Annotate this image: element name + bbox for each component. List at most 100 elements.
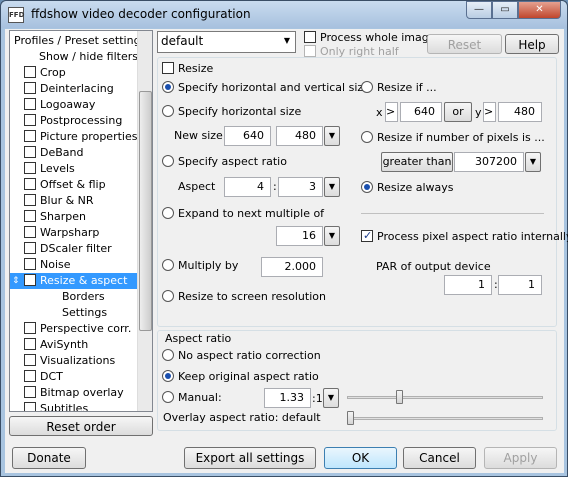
x-operator[interactable]: > bbox=[385, 102, 398, 122]
tree-item-checkbox[interactable] bbox=[24, 178, 36, 190]
new-width-field[interactable]: 640 bbox=[224, 126, 271, 146]
resize-if-option[interactable]: Resize if ... bbox=[361, 80, 437, 96]
pixels-value-field[interactable]: 307200 bbox=[454, 152, 524, 172]
tree-item[interactable]: Crop bbox=[24, 65, 66, 81]
tree-item-checkbox[interactable] bbox=[24, 210, 36, 222]
help-button[interactable]: Help bbox=[505, 34, 559, 54]
apply-button[interactable]: Apply bbox=[484, 447, 557, 469]
tree-scrollbar[interactable] bbox=[137, 31, 152, 411]
tree-item[interactable]: Subtitles bbox=[24, 401, 88, 411]
resize-if-pixels-radio[interactable] bbox=[361, 131, 373, 143]
tree-item[interactable]: Perspective corr. bbox=[24, 321, 131, 337]
screen-res-radio[interactable] bbox=[162, 290, 174, 302]
expand-option[interactable]: Expand to next multiple of bbox=[162, 206, 324, 222]
tree-scroll-thumb[interactable] bbox=[139, 91, 152, 331]
tree-item[interactable]: Show / hide filters bbox=[39, 49, 138, 65]
multiply-option[interactable]: Multiply by bbox=[162, 258, 238, 274]
expand-radio[interactable] bbox=[162, 207, 174, 219]
tree-item[interactable]: AviSynth bbox=[24, 337, 88, 353]
minimize-button[interactable]: — bbox=[466, 1, 492, 19]
overlay-ar-slider-thumb[interactable] bbox=[347, 411, 354, 425]
tree-item[interactable]: Picture properties bbox=[24, 129, 137, 145]
tree-item[interactable]: Postprocessing bbox=[24, 113, 122, 129]
multiply-value-field[interactable]: 2.000 bbox=[261, 257, 323, 277]
tree-item[interactable]: DCT bbox=[24, 369, 63, 385]
cancel-button[interactable]: Cancel bbox=[403, 447, 476, 469]
multiply-radio[interactable] bbox=[162, 259, 174, 271]
profile-select[interactable]: default ▼ bbox=[157, 31, 296, 53]
y-value-field[interactable]: 480 bbox=[498, 102, 542, 122]
tree-item[interactable]: Warpsharp bbox=[24, 225, 99, 241]
expand-value-field[interactable]: 16 bbox=[276, 226, 323, 246]
title-bar[interactable]: FFD ffdshow video decoder configuration … bbox=[1, 1, 567, 28]
tree-item-checkbox[interactable] bbox=[24, 114, 36, 126]
tree-item-checkbox[interactable] bbox=[24, 386, 36, 398]
tree-item[interactable]: Profiles / Preset settings bbox=[14, 33, 146, 49]
pixels-operator-button[interactable]: greater than bbox=[381, 152, 453, 172]
tree-item-checkbox[interactable] bbox=[24, 130, 36, 142]
manual-ar-radio[interactable] bbox=[162, 391, 174, 403]
donate-button[interactable]: Donate bbox=[12, 447, 86, 469]
aspect-a-field[interactable]: 4 bbox=[224, 177, 271, 197]
tree-item-checkbox[interactable] bbox=[24, 322, 36, 334]
specify-aspect-radio[interactable] bbox=[162, 155, 174, 167]
filter-tree[interactable]: Profiles / Preset settings Show / hide fi… bbox=[9, 30, 153, 412]
tree-item-checkbox[interactable] bbox=[24, 146, 36, 158]
ok-button[interactable]: OK bbox=[324, 447, 397, 469]
tree-item-checkbox[interactable] bbox=[24, 66, 36, 78]
no-ar-correction-option[interactable]: No aspect ratio correction bbox=[162, 348, 321, 364]
reset-order-button[interactable]: Reset order bbox=[9, 416, 153, 436]
specify-hv-option[interactable]: Specify horizontal and vertical size bbox=[162, 80, 370, 96]
tree-item-checkbox[interactable] bbox=[24, 162, 36, 174]
par-a-field[interactable]: 1 bbox=[444, 275, 492, 295]
export-all-settings-button[interactable]: Export all settings bbox=[184, 447, 316, 469]
manual-ar-slider-thumb[interactable] bbox=[396, 390, 404, 404]
tree-item-checkbox[interactable] bbox=[24, 338, 36, 350]
tree-item[interactable]: Sharpen bbox=[24, 209, 86, 225]
aspect-b-field[interactable]: 3 bbox=[278, 177, 323, 197]
tree-item-checkbox[interactable] bbox=[24, 82, 36, 94]
process-whole-image-checkbox[interactable] bbox=[304, 31, 316, 43]
x-value-field[interactable]: 640 bbox=[400, 102, 442, 122]
specify-h-option[interactable]: Specify horizontal size bbox=[162, 104, 301, 120]
tree-item[interactable]: Deinterlacing bbox=[24, 81, 114, 97]
resize-always-radio[interactable] bbox=[361, 181, 373, 193]
aspect-dropdown[interactable]: ▼ bbox=[324, 177, 340, 197]
overlay-ar-slider[interactable] bbox=[347, 417, 543, 420]
or-toggle[interactable]: or bbox=[444, 102, 472, 122]
manual-ar-dropdown[interactable]: ▼ bbox=[323, 388, 339, 408]
drag-handle-icon[interactable]: ⇕ bbox=[12, 273, 20, 289]
manual-ar-field[interactable]: 1.33 bbox=[264, 388, 311, 408]
expand-dropdown[interactable]: ▼ bbox=[324, 226, 340, 246]
resize-always-option[interactable]: Resize always bbox=[361, 180, 454, 196]
new-size-dropdown[interactable]: ▼ bbox=[324, 126, 340, 146]
manual-ar-option[interactable]: Manual: bbox=[162, 390, 222, 406]
tree-item[interactable]: DScaler filter bbox=[24, 241, 112, 257]
tree-item[interactable]: Resize & aspect bbox=[10, 273, 138, 289]
resize-if-pixels-option[interactable]: Resize if number of pixels is ... bbox=[361, 130, 545, 146]
tree-item[interactable]: Settings bbox=[62, 305, 107, 321]
process-par-checkbox[interactable] bbox=[361, 228, 373, 244]
tree-item-checkbox[interactable] bbox=[24, 98, 36, 110]
tree-item-checkbox[interactable] bbox=[24, 226, 36, 238]
tree-item-checkbox[interactable] bbox=[24, 258, 36, 270]
resize-checkbox[interactable] bbox=[162, 62, 174, 74]
y-operator[interactable]: > bbox=[483, 102, 496, 122]
resize-option[interactable]: Resize bbox=[162, 61, 213, 77]
specify-aspect-option[interactable]: Specify aspect ratio bbox=[162, 154, 287, 170]
tree-item[interactable]: Levels bbox=[24, 161, 75, 177]
screen-res-option[interactable]: Resize to screen resolution bbox=[162, 289, 326, 305]
manual-ar-slider[interactable] bbox=[347, 396, 543, 399]
tree-item[interactable]: Borders bbox=[62, 289, 105, 305]
specify-hv-radio[interactable] bbox=[162, 81, 174, 93]
reset-button[interactable]: Reset bbox=[427, 34, 502, 54]
keep-ar-radio[interactable] bbox=[162, 370, 174, 382]
pixels-dropdown[interactable]: ▼ bbox=[525, 152, 541, 172]
tree-item[interactable]: Offset & flip bbox=[24, 177, 106, 193]
tree-item[interactable]: Visualizations bbox=[24, 353, 115, 369]
keep-ar-option[interactable]: Keep original aspect ratio bbox=[162, 369, 319, 385]
resize-if-radio[interactable] bbox=[361, 81, 373, 93]
tree-item-checkbox[interactable] bbox=[24, 242, 36, 254]
tree-item[interactable]: Blur & NR bbox=[24, 193, 94, 209]
tree-item[interactable]: Logoaway bbox=[24, 97, 95, 113]
